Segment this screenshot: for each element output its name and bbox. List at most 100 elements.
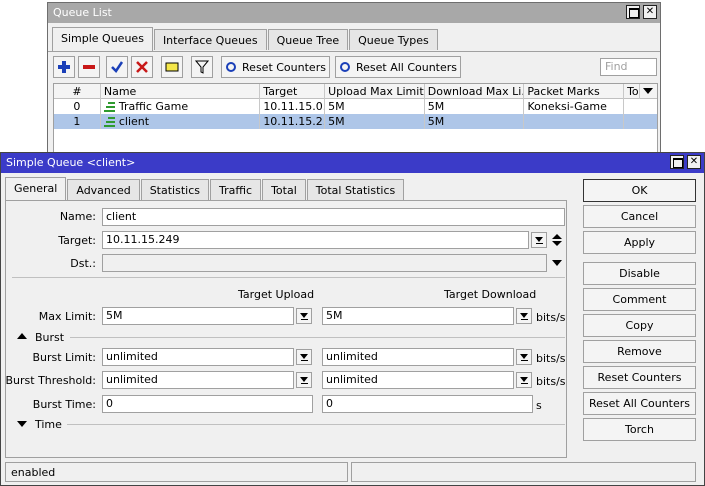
- dropdown-icon: [642, 85, 654, 97]
- ok-button[interactable]: OK: [583, 179, 696, 202]
- simple-queue-titlebar[interactable]: Simple Queue <client> ✕: [1, 153, 704, 173]
- burst-threshold-download-dropdown-icon[interactable]: [516, 372, 532, 388]
- col-packet-marks[interactable]: Packet Marks: [524, 84, 625, 99]
- tab-traffic[interactable]: Traffic: [210, 179, 262, 200]
- row-download: 5M: [425, 99, 525, 114]
- dst-dropdown-icon[interactable]: [551, 257, 563, 269]
- burst-limit-upload-dropdown-icon[interactable]: [296, 349, 312, 365]
- col-num[interactable]: #: [54, 84, 101, 99]
- tab-divider: [48, 51, 660, 52]
- enable-button[interactable]: [106, 56, 128, 78]
- queue-list-titlebar[interactable]: Queue List ✕: [48, 3, 660, 23]
- burst-time-unit: s: [536, 399, 542, 412]
- column-menu-button[interactable]: [640, 84, 657, 99]
- apply-button[interactable]: Apply: [583, 231, 696, 254]
- max-limit-upload-dropdown-icon[interactable]: [296, 308, 312, 324]
- row-download: 5M: [425, 114, 525, 129]
- burst-threshold-upload-field[interactable]: unlimited: [102, 371, 294, 389]
- tab-total[interactable]: Total: [262, 179, 306, 200]
- close-icon[interactable]: ✕: [687, 155, 701, 169]
- queue-icon: [103, 101, 115, 112]
- maximize-icon[interactable]: [670, 155, 684, 169]
- col-upload[interactable]: Upload Max Limit: [325, 84, 425, 99]
- row-upload: 5M: [325, 99, 425, 114]
- max-limit-download-field[interactable]: 5M: [322, 307, 514, 325]
- remove-button[interactable]: Remove: [583, 340, 696, 363]
- burst-section-label[interactable]: Burst: [35, 331, 64, 344]
- target-label: Target:: [58, 234, 96, 247]
- status-field: enabled: [5, 462, 348, 482]
- divider: [70, 337, 565, 338]
- comment-icon: [165, 62, 179, 72]
- dst-label: Dst.:: [70, 257, 96, 270]
- plus-icon: [58, 61, 70, 73]
- filter-button[interactable]: [191, 56, 213, 78]
- simple-queue-title: Simple Queue <client>: [6, 156, 136, 169]
- queue-list-title: Queue List: [53, 6, 112, 19]
- name-label: Name:: [59, 210, 96, 223]
- burst-threshold-unit: bits/s: [536, 375, 566, 388]
- remove-button[interactable]: [78, 56, 100, 78]
- row-target: 10.11.15.2...: [260, 114, 326, 129]
- table-header: # Name Target Upload Max Limit Download …: [54, 84, 657, 99]
- tab-advanced[interactable]: Advanced: [67, 179, 140, 200]
- add-button[interactable]: [53, 56, 75, 78]
- tab-general[interactable]: General: [5, 177, 67, 201]
- simple-queue-tabs: General Advanced Statistics Traffic Tota…: [5, 176, 405, 201]
- disable-button[interactable]: Disable: [583, 262, 696, 285]
- tab-queue-tree[interactable]: Queue Tree: [267, 29, 349, 50]
- tab-total-statistics[interactable]: Total Statistics: [306, 179, 405, 200]
- reset-counters-button[interactable]: Reset Counters: [221, 56, 330, 78]
- col-name[interactable]: Name: [101, 84, 261, 99]
- burst-threshold-download-field[interactable]: unlimited: [322, 371, 514, 389]
- burst-time-download-field[interactable]: 0: [322, 395, 533, 413]
- row-name: Traffic Game: [101, 99, 261, 114]
- up-down-icon[interactable]: [551, 233, 563, 247]
- burst-limit-download-field[interactable]: unlimited: [322, 348, 514, 366]
- burst-limit-unit: bits/s: [536, 352, 566, 365]
- burst-time-upload-field[interactable]: 0: [102, 395, 313, 413]
- name-field[interactable]: client: [102, 208, 565, 226]
- row-upload: 5M: [325, 114, 425, 129]
- x-icon: [136, 61, 148, 73]
- comment-button[interactable]: [161, 56, 183, 78]
- expand-down-icon[interactable]: [16, 420, 28, 428]
- col-target[interactable]: Target: [260, 84, 326, 99]
- burst-limit-download-dropdown-icon[interactable]: [516, 349, 532, 365]
- table-row[interactable]: 0 Traffic Game 10.11.15.0... 5M 5M Konek…: [54, 99, 657, 114]
- col-to[interactable]: To: [624, 84, 641, 99]
- tab-queue-types[interactable]: Queue Types: [349, 29, 438, 50]
- close-icon[interactable]: ✕: [643, 5, 657, 19]
- row-target: 10.11.15.0...: [260, 99, 326, 114]
- collapse-up-icon[interactable]: [16, 332, 28, 340]
- burst-limit-upload-field[interactable]: unlimited: [102, 348, 294, 366]
- tab-interface-queues[interactable]: Interface Queues: [153, 29, 267, 50]
- reset-all-counters-button[interactable]: Reset All Counters: [335, 56, 461, 78]
- find-input[interactable]: Find: [600, 58, 657, 76]
- row-num: 0: [54, 99, 101, 114]
- disable-button[interactable]: [131, 56, 153, 78]
- maximize-icon[interactable]: [626, 5, 640, 19]
- reset-counters-button[interactable]: Reset Counters: [583, 366, 696, 389]
- dst-field[interactable]: [102, 254, 547, 272]
- table-row-selected[interactable]: 1 client 10.11.15.2... 5M 5M: [54, 114, 657, 129]
- burst-threshold-upload-dropdown-icon[interactable]: [296, 372, 312, 388]
- max-limit-upload-field[interactable]: 5M: [102, 307, 294, 325]
- tab-simple-queues[interactable]: Simple Queues: [52, 27, 153, 51]
- target-dropdown-icon[interactable]: [531, 232, 547, 248]
- reset-all-counters-button[interactable]: Reset All Counters: [583, 392, 696, 415]
- tab-statistics[interactable]: Statistics: [140, 179, 209, 200]
- cancel-button[interactable]: Cancel: [583, 205, 696, 228]
- target-field[interactable]: 10.11.15.249: [102, 231, 529, 249]
- torch-button[interactable]: Torch: [583, 418, 696, 441]
- row-name-text: Traffic Game: [118, 100, 189, 113]
- check-icon: [111, 61, 124, 73]
- max-limit-download-dropdown-icon[interactable]: [516, 308, 532, 324]
- row-name-text: client: [118, 115, 150, 128]
- comment-button[interactable]: Comment: [583, 288, 696, 311]
- copy-button[interactable]: Copy: [583, 314, 696, 337]
- row-num: 1: [54, 114, 101, 129]
- queue-list-window: Queue List ✕ Simple Queues Interface Que…: [47, 2, 661, 154]
- col-download[interactable]: Download Max Li...: [425, 84, 525, 99]
- time-section-label[interactable]: Time: [35, 418, 62, 431]
